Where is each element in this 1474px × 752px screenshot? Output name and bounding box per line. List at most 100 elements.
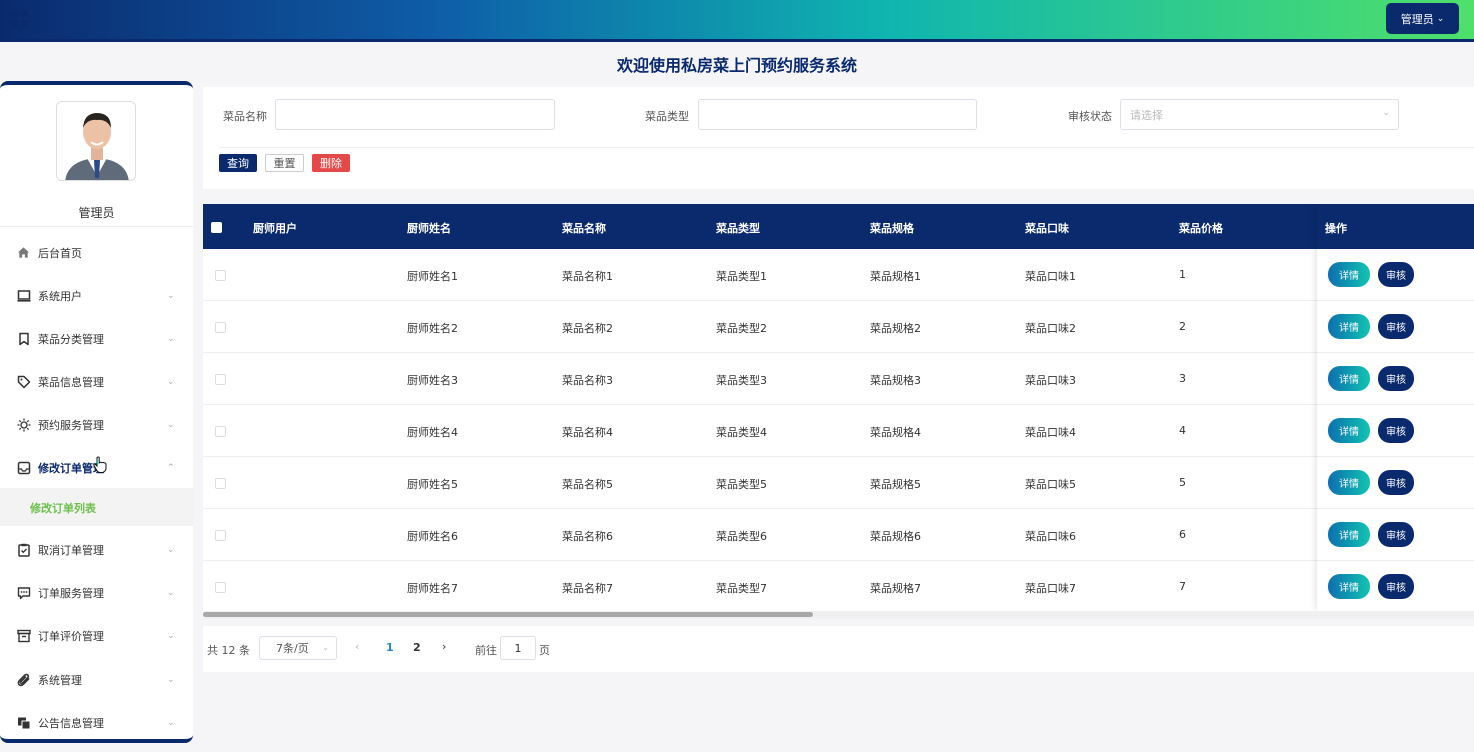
- table-cell: 5: [1179, 476, 1186, 489]
- table-cell: 菜品口味7: [1025, 582, 1076, 595]
- chevron-down-icon: ⌄: [167, 674, 175, 685]
- chevron-down-icon: ⌄: [167, 587, 175, 598]
- sidebar-item-label: 预约服务管理: [38, 418, 104, 432]
- review-button[interactable]: 审核: [1378, 470, 1414, 495]
- row-checkbox[interactable]: [215, 478, 226, 489]
- detail-button[interactable]: 详情: [1328, 314, 1370, 339]
- table-cell: 菜品名称6: [562, 530, 613, 543]
- column-header: 菜品价格: [1179, 222, 1223, 235]
- page-number[interactable]: 1: [386, 641, 394, 654]
- detail-button[interactable]: 详情: [1328, 522, 1370, 547]
- sidebar-item-order-service[interactable]: 订单服务管理 ⌄: [0, 571, 193, 614]
- table-cell: 7: [1179, 580, 1186, 593]
- sidebar-item-dish-info[interactable]: 菜品信息管理 ⌄: [0, 360, 193, 403]
- page-number[interactable]: 2: [413, 641, 421, 654]
- bookmark-icon: [16, 331, 31, 346]
- copy-icon: [16, 715, 31, 730]
- search-panel: 菜品名称 菜品类型 审核状态 请选择 ⌄ 查询 重置 删除: [203, 87, 1474, 189]
- review-button[interactable]: 审核: [1378, 262, 1414, 287]
- query-button[interactable]: 查询: [219, 154, 257, 172]
- row-checkbox[interactable]: [215, 374, 226, 385]
- top-bar: 管理员 ⌄: [0, 0, 1474, 42]
- sidebar-role: 管理员: [78, 206, 115, 220]
- detail-button[interactable]: 详情: [1328, 366, 1370, 391]
- row-checkbox[interactable]: [215, 426, 226, 437]
- column-header: 菜品类型: [716, 222, 760, 235]
- sidebar-item-system-users[interactable]: 系统用户 ⌄: [0, 274, 193, 317]
- next-page-button[interactable]: ›: [442, 640, 446, 653]
- user-menu-button[interactable]: 管理员 ⌄: [1386, 3, 1459, 34]
- delete-button[interactable]: 删除: [312, 154, 350, 172]
- horizontal-scrollbar[interactable]: [203, 611, 1474, 619]
- divider: [0, 226, 193, 227]
- table-row: 厨师姓名3 菜品名称3 菜品类型3 菜品规格3 菜品口味3 3: [203, 353, 1474, 405]
- operation-cell: 详情 审核: [1317, 405, 1474, 457]
- chevron-down-icon: ⌄: [322, 643, 329, 652]
- operation-cell: 详情 审核: [1317, 561, 1474, 613]
- row-checkbox[interactable]: [215, 582, 226, 593]
- sidebar-item-label: 订单评价管理: [38, 629, 104, 643]
- sidebar-item-dish-category[interactable]: 菜品分类管理 ⌄: [0, 317, 193, 360]
- table-cell: 菜品规格1: [870, 270, 921, 283]
- review-button[interactable]: 审核: [1378, 418, 1414, 443]
- row-checkbox[interactable]: [215, 270, 226, 281]
- sidebar-item-system-management[interactable]: 系统管理 ⌄: [0, 658, 193, 701]
- chevron-down-icon: ⌄: [1382, 108, 1390, 118]
- page-suffix: 页: [539, 644, 550, 657]
- table-cell: 菜品口味5: [1025, 478, 1076, 491]
- detail-button[interactable]: 详情: [1328, 574, 1370, 599]
- grid-menu-icon[interactable]: [11, 10, 28, 27]
- dish-name-input[interactable]: [275, 99, 555, 130]
- sidebar-item-order-review[interactable]: 订单评价管理 ⌄: [0, 614, 193, 657]
- chevron-down-icon: ⌄: [167, 717, 175, 728]
- avatar: [56, 101, 136, 181]
- review-button[interactable]: 审核: [1378, 366, 1414, 391]
- operation-header: 操作: [1317, 204, 1474, 249]
- pagination: 共 12 条 7条/页 ⌄ ‹ 1 2 › 前往 1 页: [203, 626, 1474, 672]
- dish-type-input[interactable]: [698, 99, 977, 130]
- table-cell: 菜品名称5: [562, 478, 613, 491]
- table-cell: 厨师姓名2: [407, 322, 458, 335]
- scrollbar-thumb[interactable]: [203, 612, 813, 617]
- select-all-checkbox[interactable]: [211, 222, 222, 233]
- review-button[interactable]: 审核: [1378, 314, 1414, 339]
- table-cell: 厨师姓名6: [407, 530, 458, 543]
- goto-page-input[interactable]: 1: [500, 636, 536, 660]
- sidebar-item-booking-service[interactable]: 预约服务管理 ⌄: [0, 403, 193, 446]
- sidebar-item-announcement[interactable]: 公告信息管理 ⌄: [0, 701, 193, 739]
- table-cell: 3: [1179, 372, 1186, 385]
- row-checkbox[interactable]: [215, 322, 226, 333]
- table-cell: 菜品规格4: [870, 426, 921, 439]
- sidebar-item-cancel-order[interactable]: 取消订单管理 ⌄: [0, 528, 193, 571]
- table-cell: 菜品类型5: [716, 478, 767, 491]
- detail-button[interactable]: 详情: [1328, 418, 1370, 443]
- detail-button[interactable]: 详情: [1328, 262, 1370, 287]
- hand-cursor-icon: [93, 456, 107, 473]
- review-button[interactable]: 审核: [1378, 522, 1414, 547]
- user-menu-label: 管理员: [1400, 12, 1434, 26]
- row-checkbox[interactable]: [215, 530, 226, 541]
- status-select[interactable]: 请选择 ⌄: [1120, 99, 1399, 130]
- review-button[interactable]: 审核: [1378, 574, 1414, 599]
- table-row: 厨师姓名7 菜品名称7 菜品类型7 菜品规格7 菜品口味7 7: [203, 561, 1474, 613]
- sidebar-subitem-modify-order-list[interactable]: 修改订单列表: [0, 488, 193, 526]
- operation-cell: 详情 审核: [1317, 249, 1474, 301]
- table-row: 厨师姓名2 菜品名称2 菜品类型2 菜品规格2 菜品口味2 2: [203, 301, 1474, 353]
- sidebar-item-label: 公告信息管理: [38, 716, 104, 730]
- reset-button[interactable]: 重置: [265, 154, 304, 172]
- sidebar-item-label: 订单服务管理: [38, 586, 104, 600]
- sidebar-item-home[interactable]: 后台首页: [0, 231, 193, 274]
- detail-button[interactable]: 详情: [1328, 470, 1370, 495]
- column-header: 厨师用户: [253, 222, 297, 235]
- table-cell: 1: [1179, 268, 1186, 281]
- page-size-value: 7条/页: [276, 642, 309, 655]
- prev-page-button[interactable]: ‹: [355, 640, 359, 653]
- sidebar-item-label: 后台首页: [38, 246, 82, 260]
- operation-cell: 详情 审核: [1317, 301, 1474, 353]
- sidebar-item-label: 系统用户: [38, 289, 82, 303]
- operation-cell: 详情 审核: [1317, 457, 1474, 509]
- page-size-select[interactable]: 7条/页 ⌄: [259, 636, 337, 660]
- table-cell: 菜品类型2: [716, 322, 767, 335]
- table-cell: 菜品类型1: [716, 270, 767, 283]
- goto-label: 前往: [475, 644, 497, 657]
